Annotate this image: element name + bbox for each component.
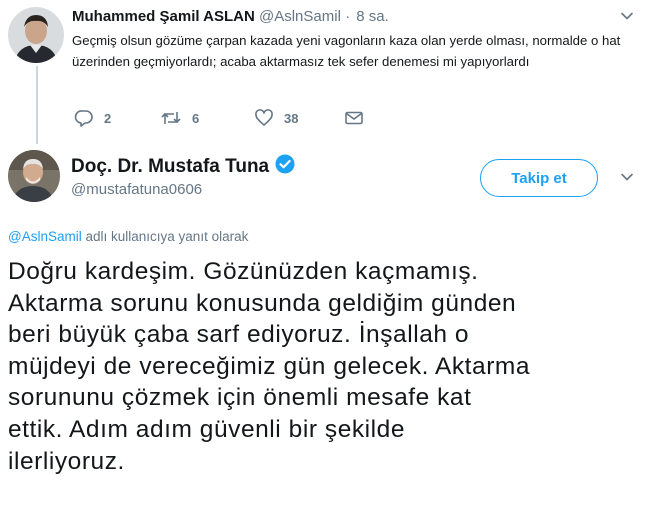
main-author-avatar[interactable] (8, 150, 60, 202)
follow-button[interactable]: Takip et (480, 159, 598, 197)
thread-connector-line (36, 66, 38, 144)
reply-context-text: adlı kullanıcıya yanıt olarak (85, 229, 249, 244)
verified-badge-icon (275, 154, 295, 180)
main-more-menu-button[interactable] (620, 170, 634, 189)
main-tweet-text-line: sorununu çözmek için önemli mesafe kat (8, 384, 472, 412)
main-author-handle[interactable]: @mustafatuna0606 (71, 181, 202, 198)
retweet-button[interactable]: 6 (160, 108, 199, 128)
main-tweet-text-line: Doğru kardeşim. Gözünüzden kaçmamış. (8, 258, 479, 285)
chevron-down-icon (621, 12, 633, 20)
like-icon (254, 108, 274, 128)
reply-icon (74, 108, 94, 128)
like-count: 38 (284, 110, 299, 126)
reply-tweet-text: Geçmiş olsun gözüme çarpan kazada yeni v… (72, 33, 621, 69)
direct-message-icon (344, 108, 364, 128)
reply-author-handle[interactable]: @AslnSamil (259, 8, 341, 25)
main-tweet-text-line: müjdeyi de vereceğimiz gün gelecek. Akta… (8, 352, 531, 380)
reply-timestamp[interactable]: 8 sa. (356, 8, 389, 25)
main-tweet-text-line: Aktarma sorunu konusunda geldiğim günden (8, 289, 517, 317)
reply-count: 2 (104, 110, 112, 126)
chevron-down-icon (621, 173, 633, 181)
direct-message-button[interactable] (344, 108, 364, 128)
retweet-count: 6 (192, 110, 200, 126)
main-tweet-text-line: ilerliyoruz. (8, 447, 125, 475)
reply-more-menu-button[interactable] (620, 9, 634, 28)
reply-context-mention[interactable]: @AslnSamil (8, 229, 82, 244)
reply-tweet-header: Muhammed Şamil ASLAN @AslnSamil · 8 sa. (72, 8, 389, 25)
main-author-name-row: Doç. Dr. Mustafa Tuna (71, 154, 295, 180)
retweet-icon (160, 108, 182, 128)
header-separator: · (345, 8, 351, 25)
main-tweet-text-line: ettik. Adım adım güvenli bir şekilde (8, 415, 406, 443)
reply-author-avatar[interactable] (8, 7, 64, 63)
reply-author-name[interactable]: Muhammed Şamil ASLAN (72, 8, 255, 25)
reply-button[interactable]: 2 (74, 108, 111, 128)
like-button[interactable]: 38 (254, 108, 298, 128)
main-tweet-text-line: beri büyük çaba sarf ediyoruz. İnşallah … (8, 321, 470, 349)
main-author-name[interactable]: Doç. Dr. Mustafa Tuna (71, 156, 269, 178)
main-tweet-text: Doğru kardeşim. Gözünüzden kaçmamış. Akt… (8, 256, 653, 477)
reply-context: @AslnSamil adlı kullanıcıya yanıt olarak (8, 229, 248, 244)
